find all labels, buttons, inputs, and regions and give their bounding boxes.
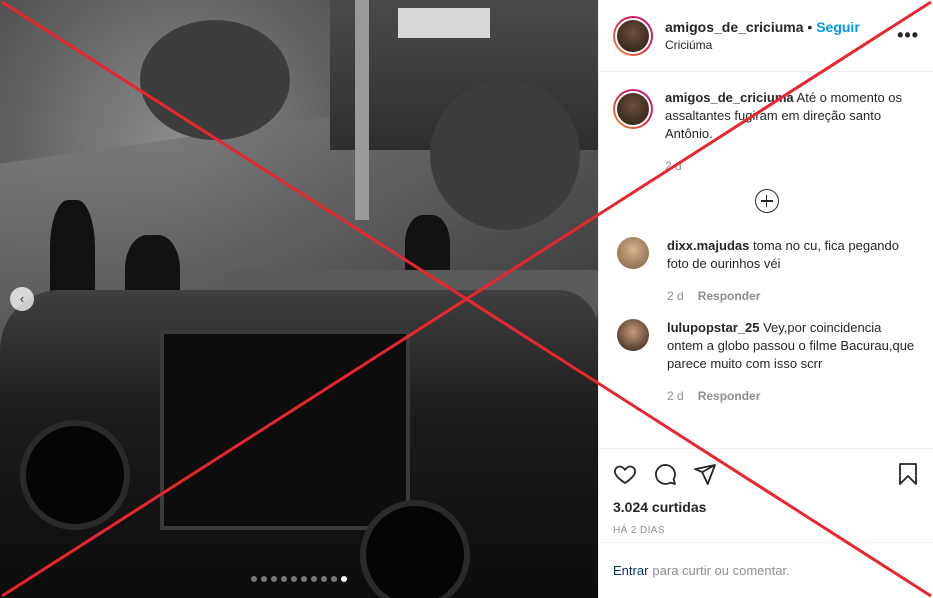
follow-button[interactable]: Seguir bbox=[816, 19, 860, 35]
photo-pole bbox=[355, 0, 369, 220]
login-prompt-text: para curtir ou comentar. bbox=[652, 563, 790, 578]
post-sidebar: amigos_de_criciuma • Seguir Criciúma •••… bbox=[598, 0, 933, 598]
plus-circle-icon[interactable] bbox=[754, 189, 779, 213]
comment: dixx.majudas toma no cu, fica pegando fo… bbox=[613, 237, 920, 305]
more-options-icon[interactable]: ••• bbox=[897, 25, 919, 46]
comments-section[interactable]: amigos_de_criciuma Até o momento os assa… bbox=[599, 73, 933, 448]
avatar[interactable] bbox=[613, 15, 653, 56]
avatar[interactable] bbox=[613, 89, 653, 129]
carousel-prev-button[interactable]: ‹ bbox=[10, 287, 34, 311]
carousel-dot bbox=[331, 576, 337, 582]
photo-car-door bbox=[160, 330, 410, 530]
load-more-comments[interactable] bbox=[613, 189, 920, 213]
avatar[interactable] bbox=[617, 237, 649, 269]
comment-icon[interactable] bbox=[653, 462, 677, 486]
avatar[interactable] bbox=[617, 319, 649, 351]
login-prompt: Entrar para curtir ou comentar. bbox=[599, 542, 933, 598]
comment: lulupopstar_25 Vey,por coincidencia onte… bbox=[613, 319, 920, 405]
chevron-left-icon: ‹ bbox=[19, 291, 25, 306]
carousel-dot bbox=[291, 576, 297, 582]
caption-username[interactable]: amigos_de_criciuma bbox=[665, 90, 794, 105]
location-link[interactable]: Criciúma bbox=[665, 38, 897, 52]
carousel-dot bbox=[251, 576, 257, 582]
carousel-dot bbox=[281, 576, 287, 582]
comment-time[interactable]: 2 d bbox=[667, 287, 684, 305]
comment-username[interactable]: dixx.majudas bbox=[667, 238, 749, 253]
reply-button[interactable]: Responder bbox=[698, 387, 761, 405]
reply-button[interactable]: Responder bbox=[698, 287, 761, 305]
bookmark-icon[interactable] bbox=[896, 462, 920, 486]
carousel-dot bbox=[271, 576, 277, 582]
post-time: HÁ 2 DIAS bbox=[613, 525, 665, 536]
carousel-dot bbox=[261, 576, 267, 582]
photo-store-sign bbox=[398, 8, 490, 38]
instagram-post: ‹ amigos_de_criciuma • Seguir Criciúma •… bbox=[0, 0, 933, 598]
heart-icon[interactable] bbox=[613, 462, 637, 486]
caption-time[interactable]: 2 d bbox=[665, 157, 682, 175]
likes-count[interactable]: 3.024 curtidas bbox=[613, 499, 920, 515]
carousel-dot bbox=[341, 576, 347, 582]
carousel-dot bbox=[301, 576, 307, 582]
separator-dot: • bbox=[807, 19, 813, 35]
share-icon[interactable] bbox=[693, 462, 717, 486]
comment-username[interactable]: lulupopstar_25 bbox=[667, 320, 759, 335]
post-header: amigos_de_criciuma • Seguir Criciúma ••• bbox=[599, 0, 933, 72]
header-username[interactable]: amigos_de_criciuma bbox=[665, 19, 804, 35]
post-photo[interactable]: ‹ bbox=[0, 0, 598, 598]
photo-tree bbox=[430, 80, 580, 230]
carousel-dot bbox=[311, 576, 317, 582]
carousel-dots bbox=[0, 576, 598, 582]
photo-tree bbox=[140, 20, 290, 140]
caption: amigos_de_criciuma Até o momento os assa… bbox=[613, 89, 920, 175]
photo-wheel bbox=[20, 420, 130, 530]
carousel-dot bbox=[321, 576, 327, 582]
login-link[interactable]: Entrar bbox=[613, 563, 648, 578]
comment-time[interactable]: 2 d bbox=[667, 387, 684, 405]
